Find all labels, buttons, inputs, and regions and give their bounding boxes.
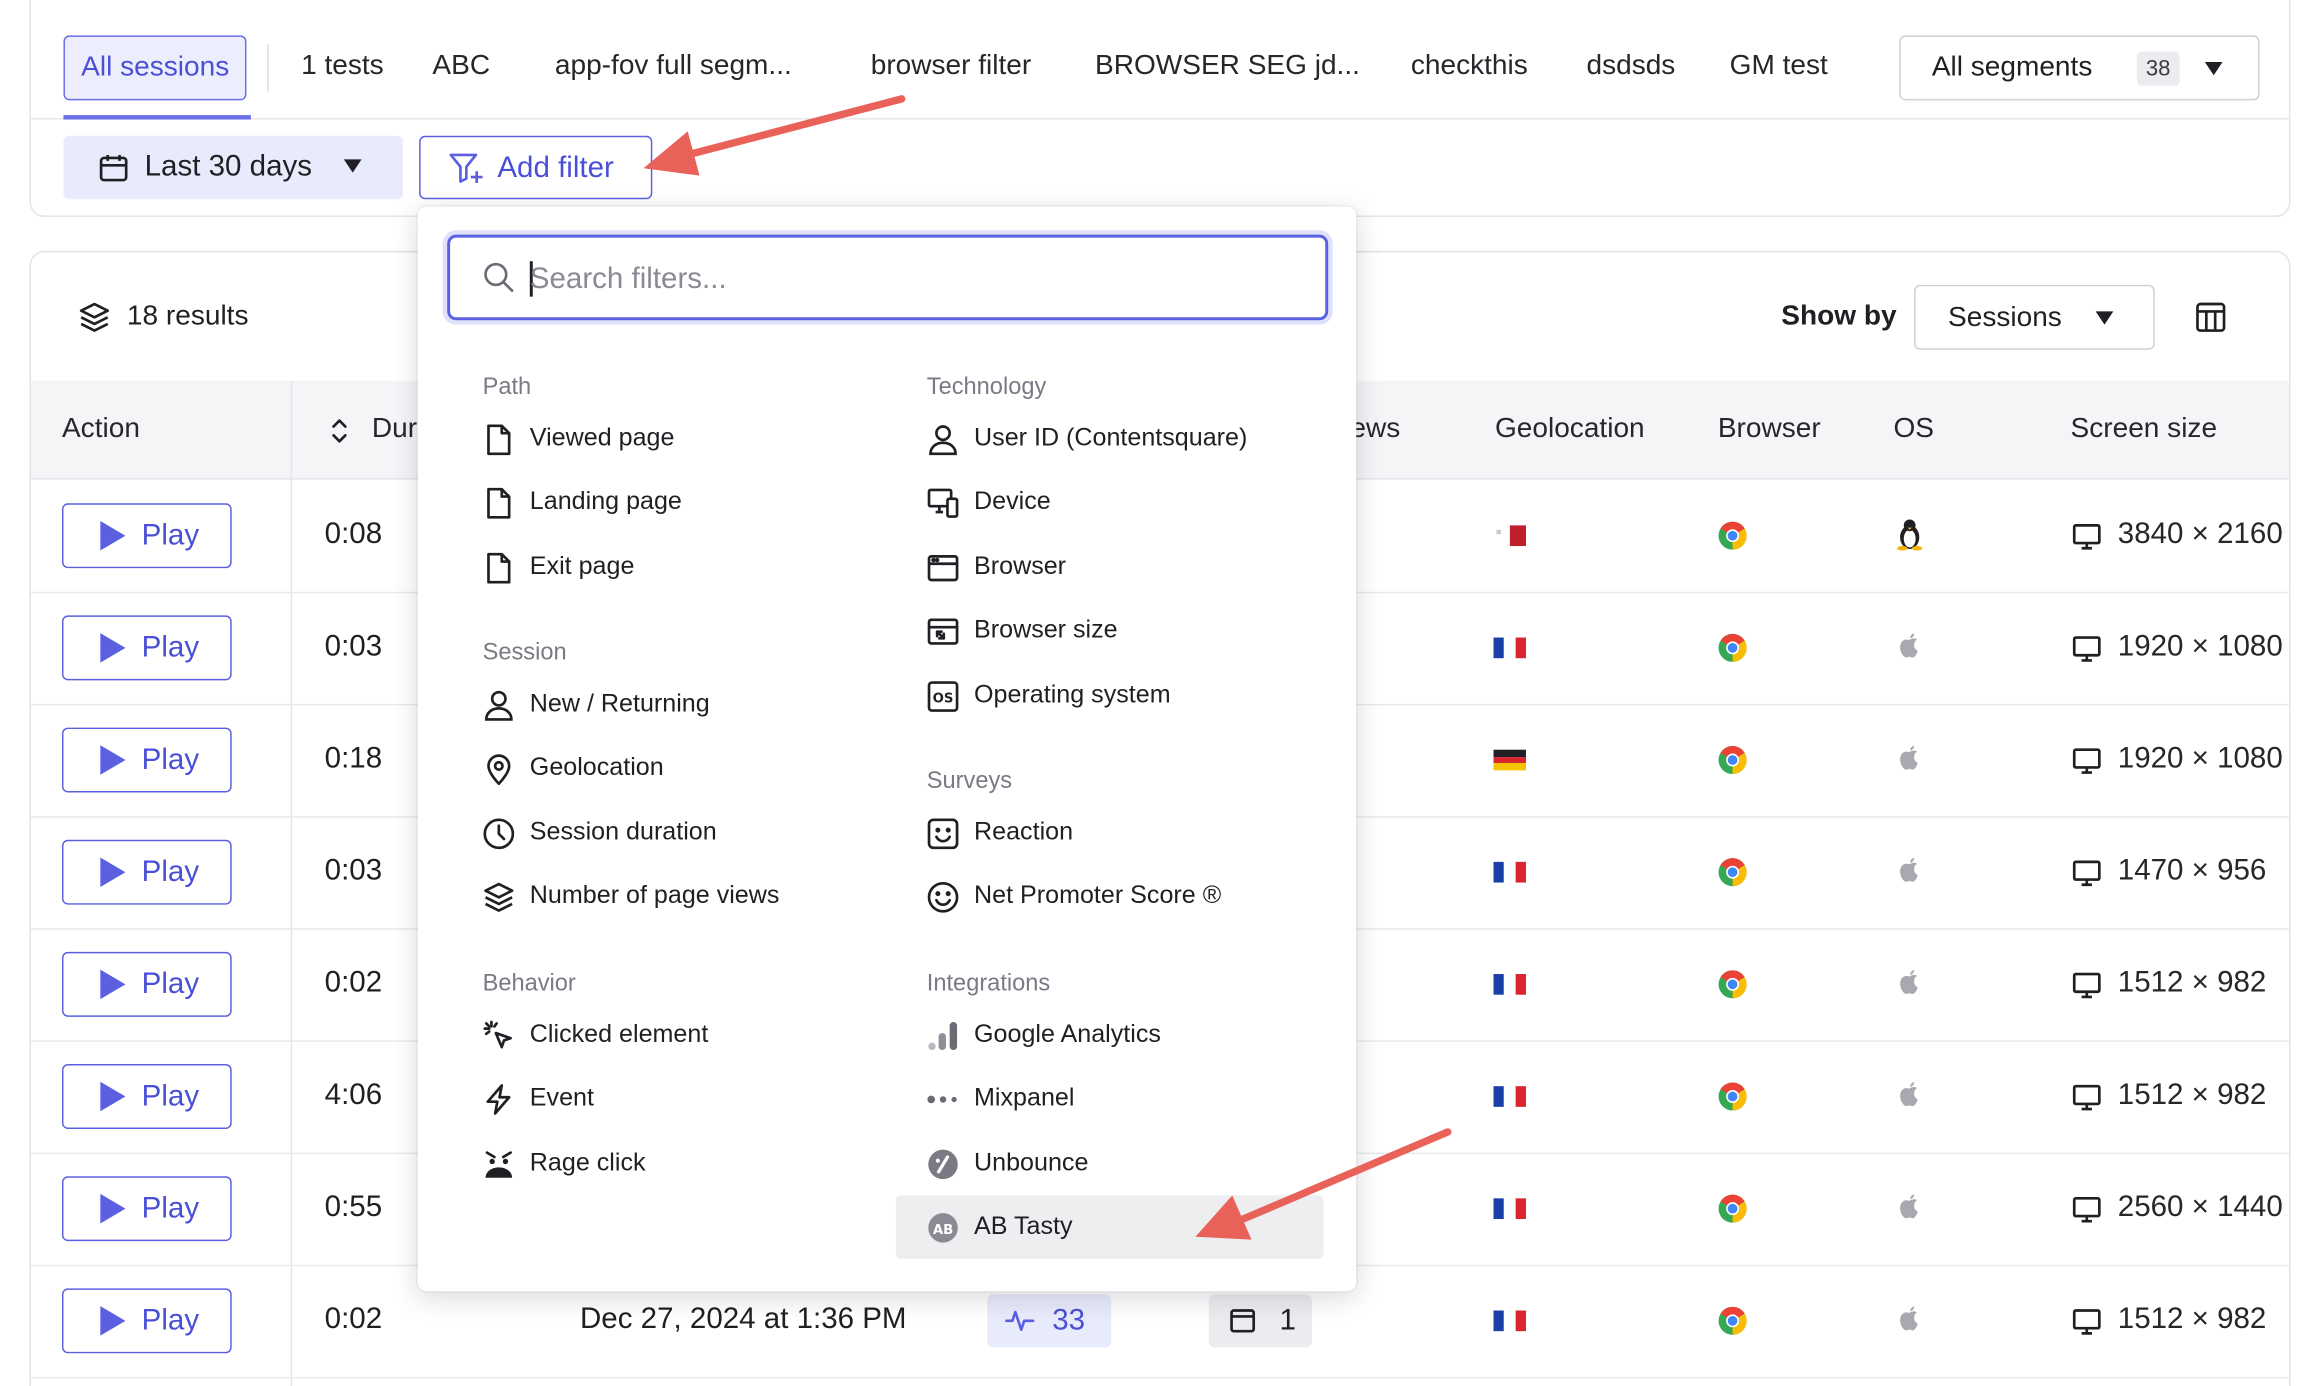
- arrow-to-ab-tasty: [1195, 1128, 1452, 1240]
- sessions-page: All sessions 1 tests ABC app-fov full se…: [0, 0, 2314, 1386]
- arrow-to-add-filter: [643, 95, 906, 176]
- annotation-arrows: [643, 95, 1452, 1240]
